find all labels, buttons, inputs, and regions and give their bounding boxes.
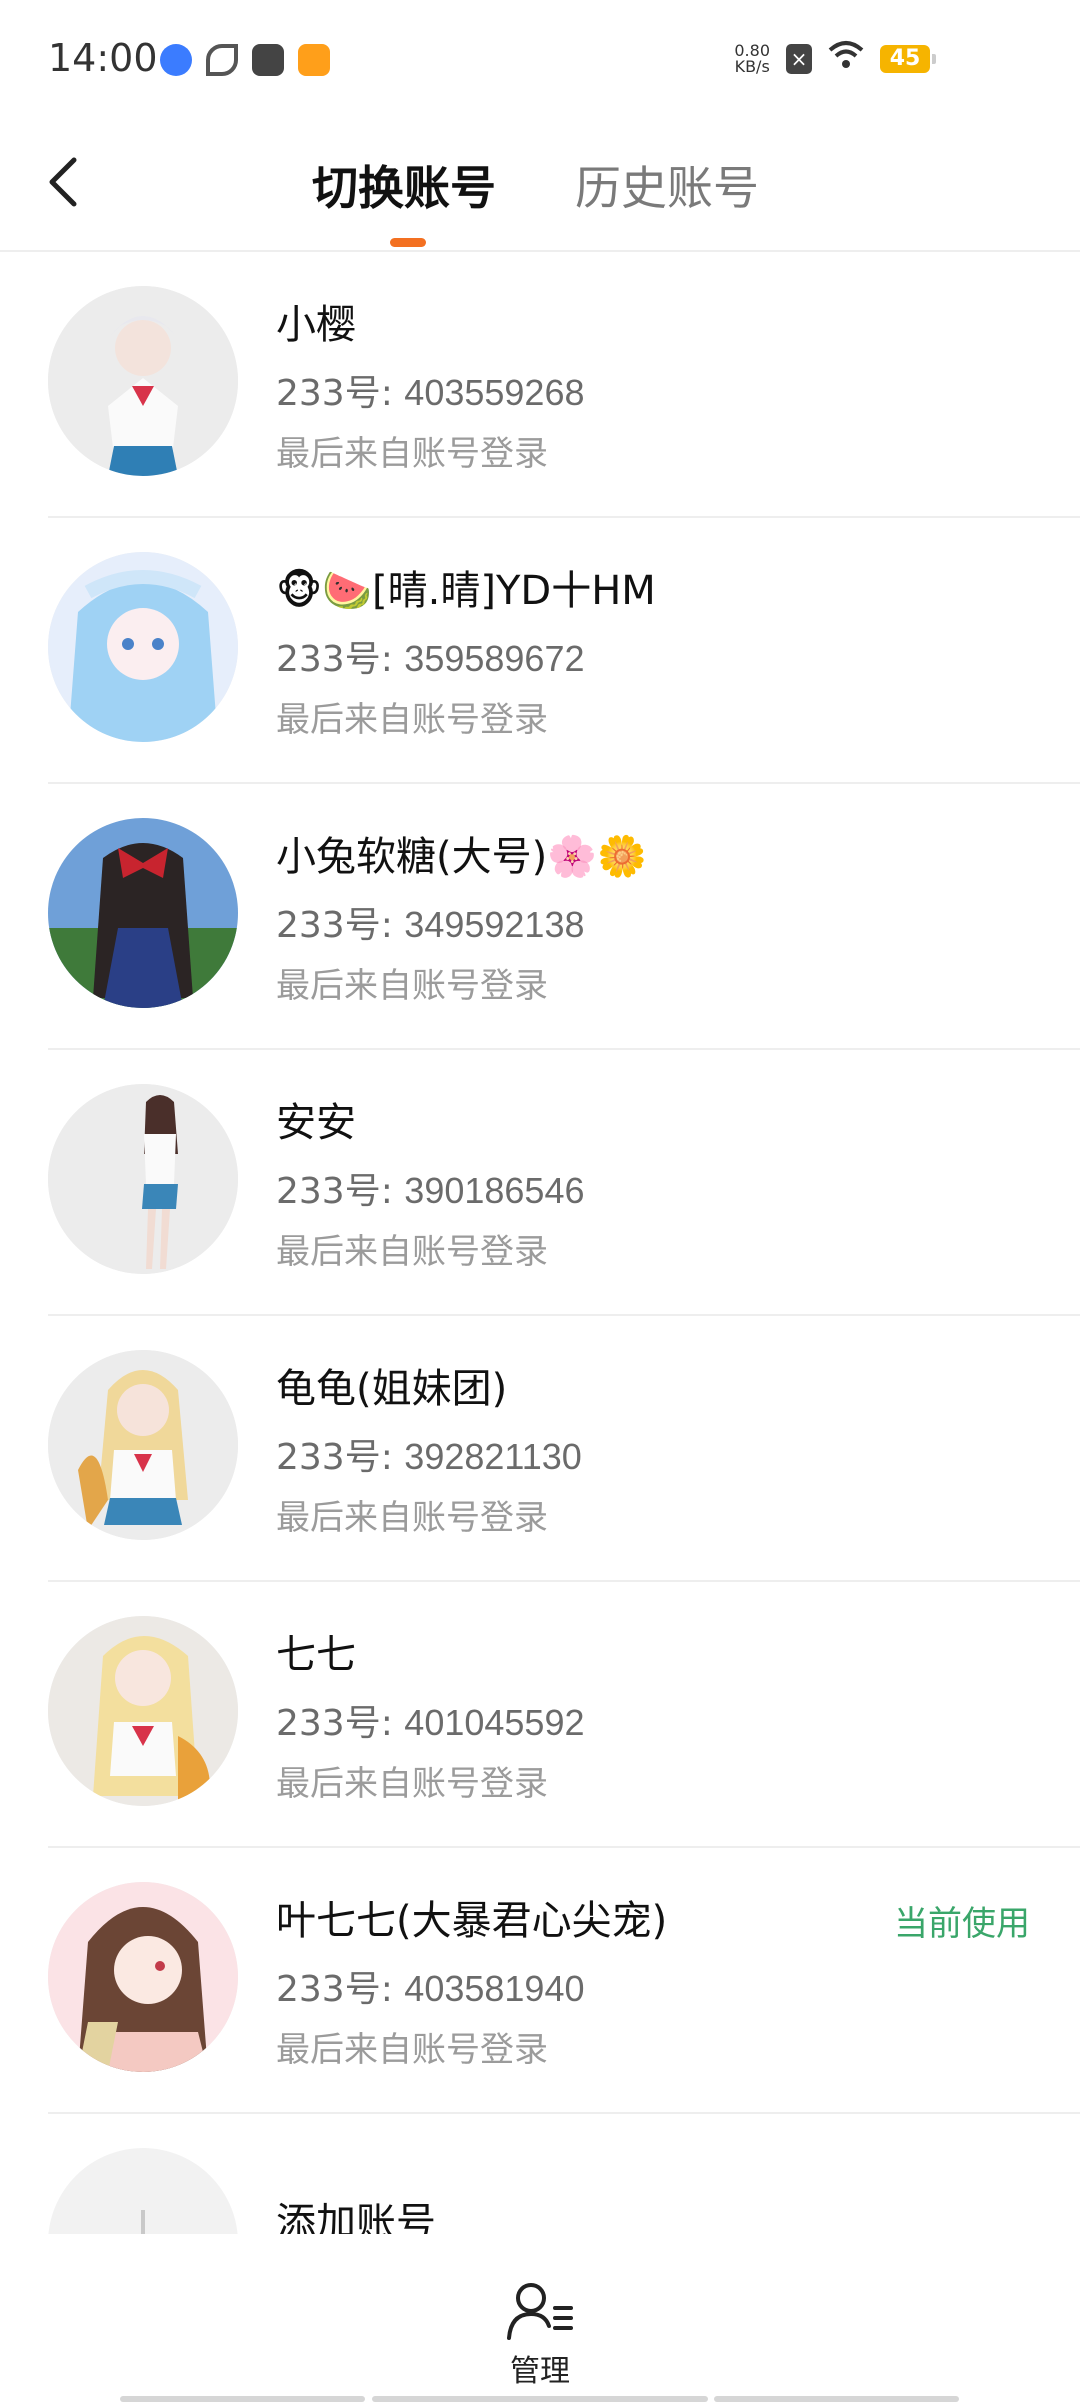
account-row[interactable]: 🐵🍉[晴.晴]YD十HM 233号: 359589672 最后来自账号登录 — [0, 518, 1080, 784]
baidu-app-icon — [160, 44, 192, 76]
status-time: 14:00 — [48, 36, 158, 80]
tab-switch-account[interactable]: 切换账号 — [312, 152, 496, 218]
avatar — [48, 1084, 238, 1274]
account-name: 叶七七(大暴君心尖宠) — [276, 1898, 668, 1944]
account-login-source: 最后来自账号登录 — [276, 966, 548, 1006]
account-id: 233号: 390186546 — [276, 1162, 585, 1214]
account-row[interactable]: 小樱 233号: 403559268 最后来自账号登录 — [0, 252, 1080, 518]
avatar — [48, 1882, 238, 2072]
account-login-source: 最后来自账号登录 — [276, 1764, 548, 1804]
account-id-number: 359589672 — [404, 638, 585, 679]
bottom-bar: 管理 — [0, 2238, 1080, 2408]
account-id: 233号: 403581940 — [276, 1960, 585, 2012]
current-use-badge: 当前使用 — [894, 1904, 1030, 1944]
account-id-number: 403581940 — [404, 1968, 585, 2009]
account-id: 233号: 349592138 — [276, 896, 585, 948]
notification-icons — [160, 44, 330, 76]
account-id: 233号: 359589672 — [276, 630, 585, 682]
account-row[interactable]: 七七 233号: 401045592 最后来自账号登录 — [0, 1582, 1080, 1848]
account-id-number: 392821130 — [404, 1436, 582, 1477]
account-id: 233号: 392821130 — [276, 1428, 582, 1480]
account-id-number: 349592138 — [404, 904, 585, 945]
video-app-icon — [298, 44, 330, 76]
account-id-label: 233号: — [276, 905, 405, 946]
account-id-label: 233号: — [276, 1703, 405, 1744]
account-row[interactable]: 安安 233号: 390186546 最后来自账号登录 — [0, 1050, 1080, 1316]
back-button[interactable] — [44, 154, 104, 214]
battery-indicator: 45 — [880, 45, 936, 73]
manage-label: 管理 — [510, 2354, 570, 2389]
gesture-bar-segment — [714, 2396, 959, 2402]
add-account-label: 添加账号 — [276, 2200, 436, 2234]
avatar — [48, 1616, 238, 1806]
account-id: 233号: 403559268 — [276, 364, 585, 416]
manage-button[interactable]: 管理 — [500, 2280, 580, 2390]
account-id-number: 401045592 — [404, 1702, 585, 1743]
account-name: 七七 — [276, 1632, 356, 1678]
gesture-bar-segment — [120, 2396, 365, 2402]
wifi-icon — [828, 40, 864, 78]
account-id-label: 233号: — [276, 1969, 405, 2010]
network-speed-unit: KB/s — [734, 57, 770, 76]
mail-app-icon — [252, 44, 284, 76]
status-right: 0.80 KB/s × 45 — [734, 40, 936, 78]
gesture-bar-segment — [372, 2396, 708, 2402]
leaf-app-icon — [206, 44, 238, 76]
account-name: 小兔软糖(大号)🌸🌼 — [276, 834, 647, 880]
account-list: 小樱 233号: 403559268 最后来自账号登录 🐵🍉[晴.晴]YD十HM… — [0, 252, 1080, 2234]
tab-active-indicator — [390, 238, 426, 247]
chevron-left-icon — [49, 157, 77, 207]
account-login-source: 最后来自账号登录 — [276, 1232, 548, 1272]
account-login-source: 最后来自账号登录 — [276, 434, 548, 474]
avatar — [48, 1350, 238, 1540]
account-name: 安安 — [276, 1100, 356, 1146]
account-id-number: 403559268 — [404, 372, 585, 413]
account-name: 🐵🍉[晴.晴]YD十HM — [276, 568, 656, 614]
add-account-row[interactable]: 添加账号 — [0, 2114, 1080, 2234]
account-id-label: 233号: — [276, 639, 405, 680]
account-name: 小樱 — [276, 302, 356, 348]
add-account-icon — [48, 2148, 238, 2234]
account-id-label: 233号: — [276, 373, 405, 414]
account-id: 233号: 401045592 — [276, 1694, 585, 1746]
account-login-source: 最后来自账号登录 — [276, 2030, 548, 2070]
account-name: 龟龟(姐妹团) — [276, 1366, 508, 1412]
avatar — [48, 818, 238, 1008]
header: 切换账号 历史账号 — [0, 120, 1080, 252]
account-row[interactable]: 龟龟(姐妹团) 233号: 392821130 最后来自账号登录 — [0, 1316, 1080, 1582]
no-sim-icon: × — [786, 44, 812, 74]
account-row-current[interactable]: 叶七七(大暴君心尖宠) 当前使用 233号: 403581940 最后来自账号登… — [0, 1848, 1080, 2114]
avatar — [48, 286, 238, 476]
account-login-source: 最后来自账号登录 — [276, 700, 548, 740]
account-row[interactable]: 小兔软糖(大号)🌸🌼 233号: 349592138 最后来自账号登录 — [0, 784, 1080, 1050]
account-id-label: 233号: — [276, 1171, 405, 1212]
user-manage-icon — [507, 2283, 573, 2340]
account-id-label: 233号: — [276, 1437, 405, 1478]
status-bar: 14:00 0.80 KB/s × 45 — [0, 0, 1080, 120]
account-id-number: 390186546 — [404, 1170, 585, 1211]
network-speed: 0.80 KB/s — [734, 43, 770, 75]
tab-history-account[interactable]: 历史账号 — [575, 152, 759, 218]
account-login-source: 最后来自账号登录 — [276, 1498, 548, 1538]
avatar — [48, 552, 238, 742]
